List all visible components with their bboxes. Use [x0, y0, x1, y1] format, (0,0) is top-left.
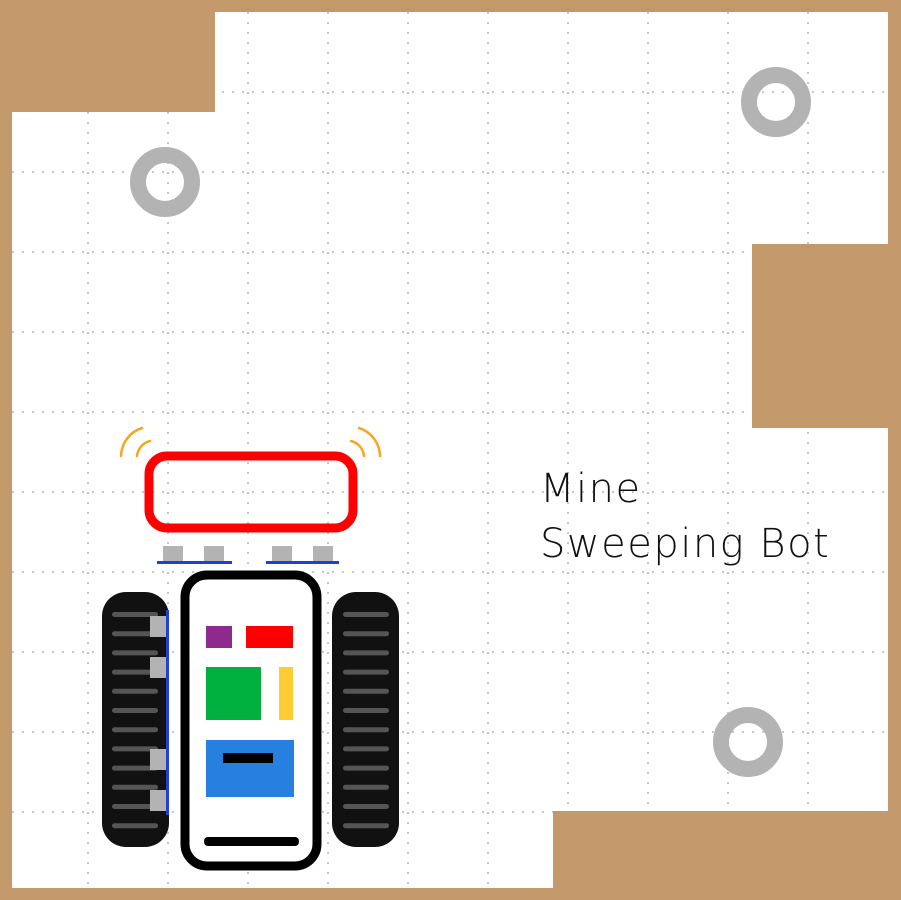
signal-wave-icon [119, 426, 152, 458]
tread [343, 746, 389, 752]
tread [112, 650, 158, 656]
wall-border-right [888, 0, 901, 900]
sensor [150, 749, 166, 770]
sensor [272, 546, 292, 561]
sensor [150, 790, 166, 811]
left-track [102, 592, 169, 847]
landmine-icon[interactable] [130, 147, 200, 217]
wall-block-right [752, 244, 901, 428]
tread [112, 727, 158, 733]
module-red [246, 626, 293, 648]
sensor [150, 657, 166, 678]
landmine-icon[interactable] [741, 67, 811, 137]
title-line-2: Sweeping Bot [540, 521, 830, 567]
sensor [163, 546, 183, 561]
front-sensors [157, 546, 339, 564]
sensor [313, 546, 333, 561]
sensor-bar [157, 561, 232, 564]
game-title: Mine Sweeping Bot [540, 466, 830, 567]
tread [343, 804, 389, 809]
signal-wave-icon [349, 426, 382, 458]
tread [343, 784, 389, 790]
tread [112, 823, 158, 829]
robot[interactable] [102, 426, 399, 871]
tread [343, 612, 389, 617]
tread [343, 708, 389, 713]
sensor [150, 616, 166, 637]
sensor [204, 546, 224, 561]
sensor-bar [166, 610, 169, 815]
sensor-bar [266, 561, 339, 564]
landmine-icon[interactable] [713, 707, 783, 777]
tread [112, 708, 158, 713]
display-slot [223, 753, 273, 763]
tread [343, 823, 389, 829]
tread [343, 765, 389, 771]
tread [343, 669, 389, 675]
tread [343, 650, 389, 656]
tread [112, 688, 158, 694]
tread [343, 727, 389, 733]
module-blue [206, 740, 294, 797]
chassis [180, 570, 322, 871]
module-green [206, 667, 261, 720]
right-track [332, 592, 399, 847]
module-purple [206, 626, 232, 648]
wall-block-top-left [0, 0, 215, 112]
game-board: Mine Sweeping Bot [0, 0, 901, 900]
tread [343, 631, 389, 637]
bumper-bar [204, 837, 299, 846]
wall-border-left [0, 0, 12, 900]
title-line-1: Mine [540, 466, 642, 512]
wall-block-bottom-right [553, 811, 901, 900]
tread [112, 784, 158, 790]
board-canvas: Mine Sweeping Bot [0, 0, 901, 900]
module-yellow [279, 667, 293, 720]
tread [343, 688, 389, 694]
